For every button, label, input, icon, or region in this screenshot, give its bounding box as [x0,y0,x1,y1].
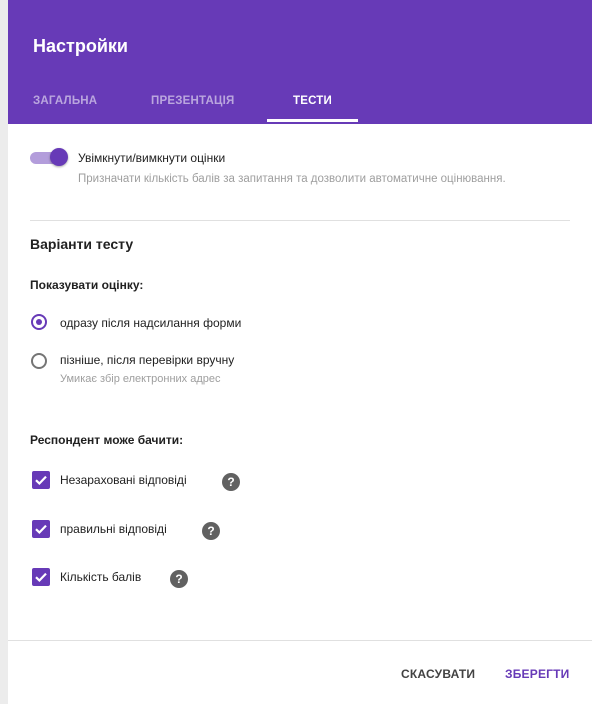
dialog-header: Настройки ЗАГАЛЬНА ПРЕЗЕНТАЦІЯ ТЕСТИ [8,0,592,124]
checkbox-missed-questions-label[interactable]: Незараховані відповіді [60,473,187,487]
tab-general[interactable]: ЗАГАЛЬНА [33,88,97,124]
release-grade-heading: Показувати оцінку: [30,278,144,292]
checkbox-correct-answers-label[interactable]: правильні відповіді [60,522,167,536]
make-quiz-label: Увімкнути/вимкнути оцінки [78,151,226,165]
help-icon[interactable]: ? [170,570,188,588]
footer-divider [8,640,592,641]
active-tab-indicator [267,119,358,122]
save-button[interactable]: ЗБЕРЕГТИ [505,667,570,681]
checkbox-correct-answers[interactable] [32,520,50,538]
radio-immediately-label[interactable]: одразу після надсилання форми [60,316,241,330]
make-quiz-description: Призначати кількість балів за запитання … [78,173,506,185]
radio-later-label[interactable]: пізніше, після перевірки вручну [60,353,234,367]
make-quiz-toggle[interactable] [30,148,68,166]
radio-later[interactable] [31,353,47,369]
dialog-left-edge [0,0,8,704]
checkbox-point-values[interactable] [32,568,50,586]
settings-dialog: Настройки ЗАГАЛЬНА ПРЕЗЕНТАЦІЯ ТЕСТИ Уві… [0,0,592,704]
respondent-can-see-heading: Респондент може бачити: [30,433,184,447]
quiz-options-title: Варіанти тесту [30,236,134,252]
help-icon[interactable]: ? [222,473,240,491]
radio-selected-dot [36,319,42,325]
checkbox-missed-questions[interactable] [32,471,50,489]
radio-immediately[interactable] [31,314,47,330]
dialog-title: Настройки [33,36,128,56]
checkmark-icon [35,475,47,486]
section-divider [30,220,570,221]
toggle-thumb [50,148,68,166]
cancel-button[interactable]: СКАСУВАТИ [401,667,475,681]
tab-presentation[interactable]: ПРЕЗЕНТАЦІЯ [151,88,234,124]
checkbox-point-values-label[interactable]: Кількість балів [60,570,141,584]
radio-later-description: Умикає збір електронних адрес [60,373,221,385]
checkmark-icon [35,524,47,535]
checkmark-icon [35,572,47,583]
help-icon[interactable]: ? [202,522,220,540]
